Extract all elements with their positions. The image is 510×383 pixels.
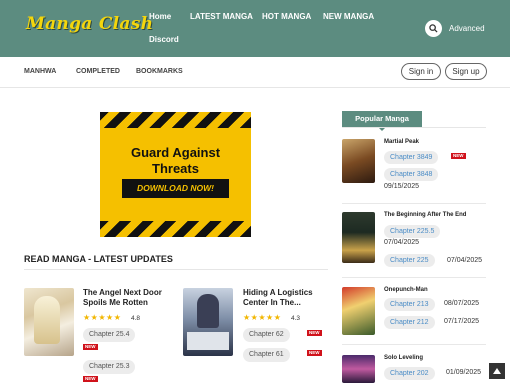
cover-art-figure — [197, 294, 219, 328]
popular-cover-martial-peak[interactable] — [342, 139, 375, 183]
rating-stars: ★★★★★ — [83, 313, 122, 322]
rating-score: 4.3 — [291, 315, 301, 322]
new-badge: NEW — [307, 330, 322, 336]
latest-updates-heading: READ MANGA - LATEST UPDATES — [24, 254, 173, 264]
popular-separator — [342, 277, 486, 278]
new-badge: NEW — [451, 153, 466, 159]
ad-headline-line1: Guard Against — [130, 145, 221, 160]
advanced-search-link[interactable]: Advanced — [449, 24, 485, 33]
popular-chapter-link[interactable]: Chapter 213 — [384, 298, 435, 311]
chapter-date: 09/15/2025 — [384, 183, 420, 190]
chapter-date: 07/04/2025 — [447, 257, 483, 264]
popular-cover-solo-leveling[interactable] — [342, 355, 375, 383]
popular-chapter-link[interactable]: Chapter 3848 — [384, 168, 439, 181]
sign-in-button[interactable]: Sign in — [401, 63, 441, 80]
sign-up-button[interactable]: Sign up — [445, 63, 487, 80]
ad-headline: Guard Against Threats — [100, 145, 251, 177]
new-badge: NEW — [83, 376, 98, 382]
site-logo[interactable]: Manga Clash — [26, 14, 153, 34]
manga-title-line2: Center In The... — [243, 298, 301, 307]
chapter-link[interactable]: Chapter 25.4 — [83, 328, 136, 342]
cover-art-figure — [34, 296, 60, 344]
rating-stars: ★★★★★ — [243, 313, 282, 322]
hazard-stripe-bottom — [100, 221, 251, 237]
manga-title-line1: Hiding A Logistics — [243, 288, 313, 297]
manga-cover-hiding-logistics[interactable] — [183, 288, 233, 356]
popular-cover-onepunch-man[interactable] — [342, 287, 375, 335]
popular-separator — [342, 203, 486, 204]
nav-hot-manga[interactable]: HOT MANGA — [262, 12, 311, 21]
chapter-link[interactable]: Chapter 61 — [243, 348, 290, 362]
hazard-stripe-top — [100, 112, 251, 128]
chapter-date: 07/17/2025 — [444, 318, 480, 325]
search-button[interactable] — [425, 20, 442, 37]
search-icon — [429, 24, 438, 33]
nav-latest-manga[interactable]: LATEST MANGA — [190, 12, 253, 21]
ad-download-button[interactable]: DOWNLOAD NOW! — [122, 179, 229, 198]
popular-chapter-link[interactable]: Chapter 202 — [384, 367, 435, 380]
advertisement-banner[interactable]: Guard Against Threats DOWNLOAD NOW! — [100, 112, 251, 237]
popular-title-beginning-after-the-end[interactable]: The Beginning After The End — [384, 212, 466, 218]
chapter-date: 01/09/2025 — [446, 369, 482, 376]
chapter-date: 07/04/2025 — [384, 239, 420, 246]
cover-art-title-block — [187, 332, 229, 350]
popular-title-onepunch-man[interactable]: Onepunch-Man — [384, 287, 428, 293]
popular-chapter-link[interactable]: Chapter 212 — [384, 316, 435, 329]
subnav-manhwa[interactable]: MANHWA — [24, 68, 56, 75]
top-header: Manga Clash Home LATEST MANGA HOT MANGA … — [0, 0, 510, 57]
manga-cover-angel-next-door[interactable] — [24, 288, 74, 356]
rating-score: 4.8 — [131, 315, 141, 322]
popular-chapter-link[interactable]: Chapter 3849 — [384, 151, 439, 164]
nav-new-manga[interactable]: NEW MANGA — [323, 12, 374, 21]
ad-headline-line2: Threats — [152, 161, 199, 176]
popular-chapter-link[interactable]: Chapter 225.5 — [384, 225, 441, 238]
popular-title-martial-peak[interactable]: Martial Peak — [384, 139, 419, 145]
nav-discord[interactable]: Discord — [149, 35, 179, 44]
manga-title-line2: Spoils Me Rotten — [83, 298, 148, 307]
scroll-to-top-button[interactable] — [489, 363, 505, 379]
new-badge: NEW — [83, 344, 98, 350]
chapter-date: 08/07/2025 — [444, 300, 480, 307]
popular-chapter-link[interactable]: Chapter 225 — [384, 254, 435, 267]
chapter-link[interactable]: Chapter 25.3 — [83, 360, 136, 374]
popular-separator — [342, 344, 486, 345]
chapter-link[interactable]: Chapter 62 — [243, 328, 290, 342]
popular-title-solo-leveling[interactable]: Solo Leveling — [384, 355, 423, 361]
nav-home[interactable]: Home — [149, 12, 171, 21]
manga-title-line1: The Angel Next Door — [83, 288, 162, 297]
popular-divider — [342, 127, 486, 128]
arrow-up-icon — [493, 368, 501, 374]
section-divider — [24, 269, 328, 270]
subnav-bookmarks[interactable]: BOOKMARKS — [136, 68, 183, 75]
popular-manga-heading: Popular Manga — [342, 111, 422, 131]
subnav-completed[interactable]: COMPLETED — [76, 68, 120, 75]
manga-title-angel-next-door[interactable]: The Angel Next Door Spoils Me Rotten — [83, 288, 162, 308]
popular-cover-beginning-after-the-end[interactable] — [342, 212, 375, 263]
new-badge: NEW — [307, 350, 322, 356]
manga-title-hiding-logistics[interactable]: Hiding A Logistics Center In The... — [243, 288, 313, 308]
